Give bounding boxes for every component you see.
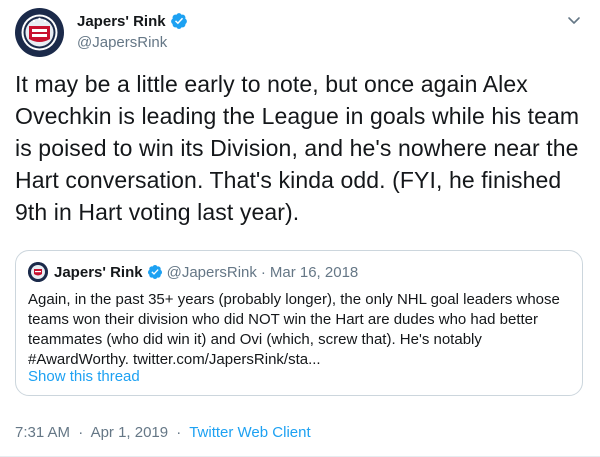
- tweet-client-link[interactable]: Twitter Web Client: [189, 424, 310, 441]
- tweet-time[interactable]: 7:31 AM: [15, 424, 70, 441]
- meta-separator: ·: [176, 424, 182, 441]
- tweet-meta: 7:31 AM · Apr 1, 2019 · Twitter Web Clie…: [15, 424, 311, 441]
- verified-badge-icon: [170, 13, 187, 29]
- japers-rink-logo-icon: [28, 262, 48, 282]
- quoted-tweet-text: Again, in the past 35+ years (probably l…: [28, 291, 560, 368]
- meta-separator: ·: [78, 424, 84, 441]
- quoted-avatar: [28, 262, 48, 282]
- tweet-text: It may be a little early to note, but on…: [15, 71, 580, 225]
- quoted-author-name: Japers' Rink: [54, 263, 143, 281]
- show-thread-link[interactable]: Show this thread: [28, 368, 140, 385]
- quoted-tweet-header: Japers' Rink @JapersRink · Mar 16, 2018: [28, 262, 358, 282]
- quoted-tweet[interactable]: Japers' Rink @JapersRink · Mar 16, 2018 …: [15, 250, 583, 396]
- avatar[interactable]: [15, 8, 64, 57]
- author-name-row[interactable]: Japers' Rink: [77, 12, 188, 30]
- verified-badge-icon: [147, 265, 162, 279]
- quoted-date: Mar 16, 2018: [269, 263, 359, 281]
- quoted-author-handle: @JapersRink: [166, 263, 257, 281]
- tweet-date[interactable]: Apr 1, 2019: [91, 424, 169, 441]
- chevron-down-icon[interactable]: [566, 12, 582, 28]
- japers-rink-logo-icon: [15, 8, 64, 57]
- author-handle[interactable]: @JapersRink: [77, 34, 167, 51]
- quoted-separator: ·: [260, 263, 266, 281]
- author-name[interactable]: Japers' Rink: [77, 13, 166, 30]
- tweet-card: Japers' Rink @JapersRink It may be a lit…: [0, 0, 600, 457]
